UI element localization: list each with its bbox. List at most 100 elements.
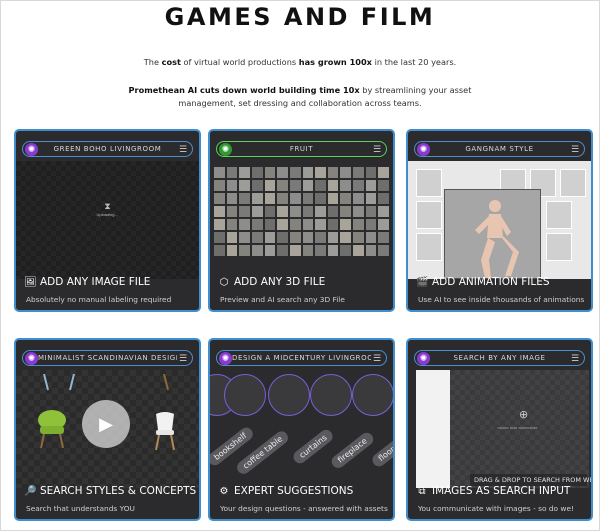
menu-icon[interactable]: ☰ (569, 353, 581, 364)
suggestion-tag[interactable]: floor l (369, 436, 393, 469)
asset-thumbnail[interactable] (214, 167, 225, 178)
search-pill[interactable]: ✺ MINIMALIST SCANDINAVIAN DESIGN ☰ (22, 350, 193, 366)
asset-thumbnail[interactable] (315, 206, 326, 217)
asset-thumbnail[interactable] (214, 206, 225, 217)
asset-thumbnail[interactable] (378, 245, 389, 256)
suggestion-thumbnail[interactable] (224, 374, 266, 416)
asset-thumbnail[interactable] (264, 206, 276, 217)
asset-thumbnail[interactable] (327, 245, 339, 256)
search-pill[interactable]: ✺ SEARCH BY ANY IMAGE ☰ (414, 350, 585, 366)
asset-thumbnail[interactable] (327, 167, 339, 178)
feature-card-expert-suggestions[interactable]: ✺ DESIGN A MIDCENTURY LIVINGROOM ☰ books… (208, 338, 395, 521)
asset-thumbnail[interactable] (214, 232, 225, 243)
asset-thumbnail[interactable] (353, 219, 364, 230)
asset-thumbnail[interactable] (214, 193, 225, 204)
asset-thumbnail[interactable] (315, 167, 326, 178)
asset-thumbnail[interactable] (251, 206, 263, 217)
suggestion-thumbnail[interactable] (268, 374, 310, 416)
asset-thumbnail[interactable] (251, 167, 263, 178)
search-pill[interactable]: ✺ GREEN BOHO LIVINGROOM ☰ (22, 141, 193, 157)
asset-thumbnail[interactable] (264, 245, 276, 256)
asset-thumbnail[interactable] (378, 193, 389, 204)
asset-thumbnail[interactable] (289, 167, 301, 178)
asset-thumbnail[interactable] (226, 245, 238, 256)
asset-thumbnail[interactable] (277, 180, 288, 191)
asset-thumbnail[interactable] (264, 193, 276, 204)
asset-thumbnail[interactable] (214, 245, 225, 256)
asset-thumbnail[interactable] (315, 219, 326, 230)
asset-thumbnail[interactable] (239, 167, 250, 178)
asset-thumbnail[interactable] (302, 167, 314, 178)
asset-thumbnail[interactable] (302, 245, 314, 256)
asset-thumbnail[interactable] (302, 193, 314, 204)
asset-thumbnail[interactable] (353, 167, 364, 178)
asset-thumbnail[interactable] (226, 206, 238, 217)
asset-thumbnail[interactable] (340, 232, 352, 243)
asset-thumbnail[interactable] (378, 232, 389, 243)
asset-thumbnail[interactable] (315, 232, 326, 243)
asset-thumbnail[interactable] (264, 232, 276, 243)
asset-thumbnail[interactable] (251, 245, 263, 256)
asset-thumbnail[interactable] (378, 180, 389, 191)
asset-thumbnail[interactable] (277, 232, 288, 243)
asset-thumbnail[interactable] (365, 232, 377, 243)
suggestion-thumbnail[interactable] (352, 374, 393, 416)
asset-thumbnail[interactable] (264, 167, 276, 178)
asset-thumbnail[interactable] (353, 193, 364, 204)
asset-thumbnail[interactable] (239, 245, 250, 256)
asset-thumbnail[interactable] (378, 167, 389, 178)
asset-thumbnail[interactable] (315, 245, 326, 256)
asset-thumbnail[interactable] (239, 180, 250, 191)
asset-thumbnail[interactable] (289, 193, 301, 204)
asset-thumbnail[interactable] (302, 232, 314, 243)
asset-thumbnail[interactable] (239, 219, 250, 230)
menu-icon[interactable]: ☰ (177, 353, 189, 364)
asset-thumbnail[interactable] (353, 245, 364, 256)
asset-thumbnail[interactable] (214, 180, 225, 191)
menu-icon[interactable]: ☰ (569, 144, 581, 155)
asset-thumbnail[interactable] (289, 206, 301, 217)
feature-card-styles[interactable]: ✺ MINIMALIST SCANDINAVIAN DESIGN ☰ ▶ 🔎 SE… (14, 338, 201, 521)
asset-thumbnail[interactable] (277, 167, 288, 178)
asset-thumbnail[interactable] (315, 180, 326, 191)
asset-thumbnail[interactable] (289, 245, 301, 256)
menu-icon[interactable]: ☰ (371, 353, 383, 364)
asset-thumbnail[interactable] (251, 180, 263, 191)
search-pill[interactable]: ✺ FRUIT ☰ (216, 141, 387, 157)
asset-thumbnail[interactable] (353, 180, 364, 191)
asset-thumbnail[interactable] (327, 219, 339, 230)
asset-thumbnail[interactable] (251, 232, 263, 243)
asset-thumbnail[interactable] (251, 219, 263, 230)
asset-thumbnail[interactable] (365, 219, 377, 230)
asset-thumbnail[interactable] (289, 180, 301, 191)
asset-thumbnail[interactable] (327, 206, 339, 217)
asset-thumbnail[interactable] (226, 167, 238, 178)
feature-card-animation[interactable]: ✺ GANGNAM STYLE ☰ 🎬 ADD ANIMATION FILES U… (406, 129, 593, 312)
feature-card-image-file[interactable]: ✺ GREEN BOHO LIVINGROOM ☰ ⧗ Uploading… 🖼… (14, 129, 201, 312)
asset-thumbnail[interactable] (264, 219, 276, 230)
feature-card-image-search[interactable]: ✺ SEARCH BY ANY IMAGE ☰ ⊕ ▭▭▭ ▭▭ ▭▭▭▭▭ D… (406, 338, 593, 521)
asset-thumbnail[interactable] (327, 193, 339, 204)
search-pill[interactable]: ✺ DESIGN A MIDCENTURY LIVINGROOM ☰ (216, 350, 387, 366)
asset-thumbnail[interactable] (378, 206, 389, 217)
menu-icon[interactable]: ☰ (177, 144, 189, 155)
asset-thumbnail[interactable] (378, 219, 389, 230)
suggestion-thumbnail[interactable] (310, 374, 352, 416)
suggestion-tag[interactable]: fireplace (329, 430, 376, 471)
asset-thumbnail[interactable] (353, 206, 364, 217)
asset-thumbnail[interactable] (327, 232, 339, 243)
asset-thumbnail[interactable] (214, 219, 225, 230)
search-pill[interactable]: ✺ GANGNAM STYLE ☰ (414, 141, 585, 157)
asset-thumbnail[interactable] (264, 180, 276, 191)
asset-thumbnail[interactable] (340, 180, 352, 191)
feature-card-3d-file[interactable]: ✺ FRUIT ☰ ⬡ ADD ANY 3D FILE Preview and A… (208, 129, 395, 312)
asset-thumbnail[interactable] (289, 232, 301, 243)
asset-thumbnail[interactable] (226, 193, 238, 204)
asset-thumbnail[interactable] (302, 206, 314, 217)
asset-thumbnail[interactable] (340, 245, 352, 256)
asset-thumbnail[interactable] (365, 167, 377, 178)
suggestion-tag[interactable]: curtains (290, 427, 336, 466)
asset-thumbnail[interactable] (365, 193, 377, 204)
asset-thumbnail[interactable] (365, 180, 377, 191)
asset-thumbnail[interactable] (302, 219, 314, 230)
